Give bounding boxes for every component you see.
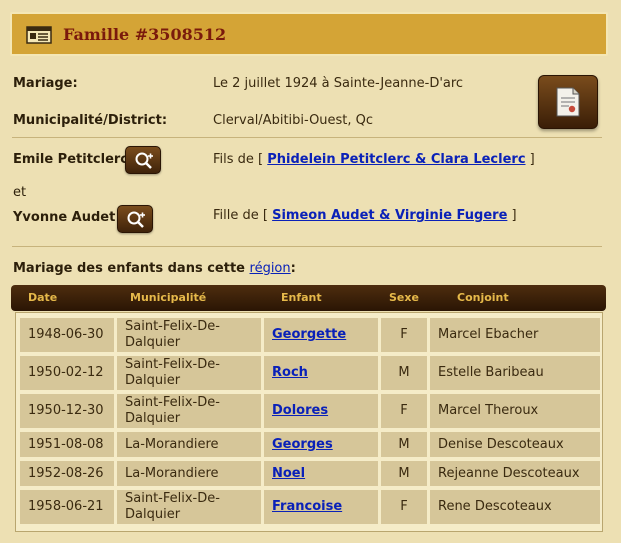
cell-enfant: Georgette bbox=[264, 318, 378, 352]
children-table: 1948-06-30 Saint-Felix-De- Dalquier George… bbox=[15, 312, 603, 532]
cell-sexe: M bbox=[381, 461, 427, 486]
child-name-link[interactable]: Noel bbox=[272, 466, 305, 482]
cell-date-text: 1951-08-08 bbox=[28, 436, 104, 452]
divider bbox=[12, 137, 602, 138]
cell-sexe: F bbox=[381, 490, 427, 524]
mariage-value: Le 2 juillet 1924 à Sainte-Jeanne-D'arc bbox=[213, 76, 464, 91]
table-header: Date Municipalité Enfant Sexe Conjoint bbox=[11, 285, 606, 311]
cell-date: 1952-08-26 bbox=[20, 461, 114, 486]
cell-sexe: M bbox=[381, 356, 427, 390]
cell-enfant: Dolores bbox=[264, 394, 378, 428]
spouse2-parents-link[interactable]: Simeon Audet & Virginie Fugere bbox=[272, 208, 507, 223]
cell-date-text: 1948-06-30 bbox=[28, 327, 104, 342]
cell-sexe-text: M bbox=[398, 465, 410, 481]
cell-muni: La-Morandiere bbox=[117, 461, 261, 486]
child-name-link[interactable]: Georgette bbox=[272, 327, 346, 343]
document-icon bbox=[556, 87, 580, 117]
cell-conjoint: Estelle Baribeau bbox=[430, 356, 600, 390]
cell-conjoint-text: Estelle Baribeau bbox=[438, 365, 544, 380]
cell-muni-text: La-Morandiere bbox=[125, 465, 219, 481]
cell-muni: Saint-Felix-De- Dalquier bbox=[117, 356, 261, 390]
col-header-enfant: Enfant bbox=[281, 291, 322, 304]
divider bbox=[12, 246, 602, 247]
cell-date-text: 1950-12-30 bbox=[28, 403, 104, 418]
cell-conjoint-text: Rene Descoteaux bbox=[438, 499, 552, 514]
cell-muni: Saint-Felix-De- Dalquier bbox=[117, 394, 261, 428]
cell-date: 1950-12-30 bbox=[20, 394, 114, 428]
cell-conjoint-text: Marcel Theroux bbox=[438, 403, 539, 418]
cell-conjoint-text: Rejeanne Descoteaux bbox=[438, 465, 580, 481]
cell-date: 1948-06-30 bbox=[20, 318, 114, 352]
cell-sexe-text: M bbox=[398, 436, 410, 452]
cell-conjoint: Marcel Ebacher bbox=[430, 318, 600, 352]
cell-enfant: Noel bbox=[264, 461, 378, 486]
cell-date: 1958-06-21 bbox=[20, 490, 114, 524]
cell-muni-text: La-Morandiere bbox=[125, 436, 219, 452]
col-header-date: Date bbox=[28, 291, 58, 304]
family-record-icon bbox=[26, 26, 52, 48]
cell-date-text: 1952-08-26 bbox=[28, 465, 104, 481]
cell-conjoint: Denise Descoteaux bbox=[430, 432, 600, 457]
cell-sexe-text: F bbox=[400, 499, 408, 514]
cell-enfant: Francoise bbox=[264, 490, 378, 524]
mariage-label: Mariage: bbox=[13, 76, 78, 91]
region-link[interactable]: région bbox=[250, 261, 291, 276]
child-name-link[interactable]: Dolores bbox=[272, 403, 328, 419]
cell-sexe-text: M bbox=[398, 365, 410, 380]
col-header-municipalite: Municipalité bbox=[130, 291, 207, 304]
children-section-colon: : bbox=[290, 261, 296, 276]
spouse1-relation: Fils de [ Phidelein Petitclerc & Clara L… bbox=[213, 152, 535, 167]
cell-muni: La-Morandiere bbox=[117, 432, 261, 457]
child-name-link[interactable]: Georges bbox=[272, 437, 333, 453]
children-section-intro: Mariage des enfants dans cette bbox=[13, 261, 245, 276]
cell-date: 1951-08-08 bbox=[20, 432, 114, 457]
col-header-sexe: Sexe bbox=[389, 291, 419, 304]
spouse2-relation: Fille de [ Simeon Audet & Virginie Fuger… bbox=[213, 208, 517, 223]
cell-muni-text: Saint-Felix-De- Dalquier bbox=[125, 395, 220, 426]
cell-date-text: 1958-06-21 bbox=[28, 499, 104, 514]
municipalite-value: Clerval/Abitibi-Ouest, Qc bbox=[213, 113, 374, 128]
spouse2-relation-suffix: ] bbox=[511, 208, 517, 223]
cell-enfant: Georges bbox=[264, 432, 378, 457]
cell-conjoint-text: Marcel Ebacher bbox=[438, 327, 539, 342]
cell-conjoint: Rejeanne Descoteaux bbox=[430, 461, 600, 486]
children-section-title: Mariage des enfants dans cette région: bbox=[13, 261, 296, 276]
child-name-link[interactable]: Roch bbox=[272, 365, 308, 381]
cell-conjoint-text: Denise Descoteaux bbox=[438, 436, 564, 452]
search-add-icon bbox=[135, 152, 153, 169]
cell-sexe: F bbox=[381, 318, 427, 352]
family-header: Famille #3508512 bbox=[10, 12, 608, 56]
spouse2-relation-prefix: Fille de [ bbox=[213, 208, 268, 223]
cell-sexe: M bbox=[381, 432, 427, 457]
municipalite-label: Municipalité/District: bbox=[13, 113, 168, 128]
cell-enfant: Roch bbox=[264, 356, 378, 390]
cell-muni-text: Saint-Felix-De- Dalquier bbox=[125, 357, 220, 388]
cell-sexe-text: F bbox=[400, 327, 408, 342]
search-add-icon bbox=[127, 211, 145, 228]
page-title: Famille #3508512 bbox=[63, 25, 227, 44]
spouse1-relation-suffix: ] bbox=[529, 152, 535, 167]
spouse1-relation-prefix: Fils de [ bbox=[213, 152, 264, 167]
col-header-conjoint: Conjoint bbox=[457, 291, 509, 304]
spouse2-name: Yvonne Audet bbox=[13, 210, 116, 225]
cell-date-text: 1950-02-12 bbox=[28, 365, 104, 380]
cell-muni-text: Saint-Felix-De- Dalquier bbox=[125, 491, 220, 522]
cell-muni: Saint-Felix-De- Dalquier bbox=[117, 490, 261, 524]
conjunction: et bbox=[13, 185, 27, 200]
cell-date: 1950-02-12 bbox=[20, 356, 114, 390]
child-name-link[interactable]: Francoise bbox=[272, 499, 342, 515]
spouse1-search-button[interactable] bbox=[125, 146, 161, 174]
document-button[interactable] bbox=[538, 75, 598, 129]
cell-conjoint: Marcel Theroux bbox=[430, 394, 600, 428]
cell-sexe: F bbox=[381, 394, 427, 428]
cell-conjoint: Rene Descoteaux bbox=[430, 490, 600, 524]
spouse2-search-button[interactable] bbox=[117, 205, 153, 233]
cell-muni: Saint-Felix-De- Dalquier bbox=[117, 318, 261, 352]
cell-muni-text: Saint-Felix-De- Dalquier bbox=[125, 319, 220, 350]
cell-sexe-text: F bbox=[400, 403, 408, 418]
spouse1-name: Emile Petitclerc bbox=[13, 152, 129, 167]
spouse1-parents-link[interactable]: Phidelein Petitclerc & Clara Leclerc bbox=[267, 152, 525, 167]
